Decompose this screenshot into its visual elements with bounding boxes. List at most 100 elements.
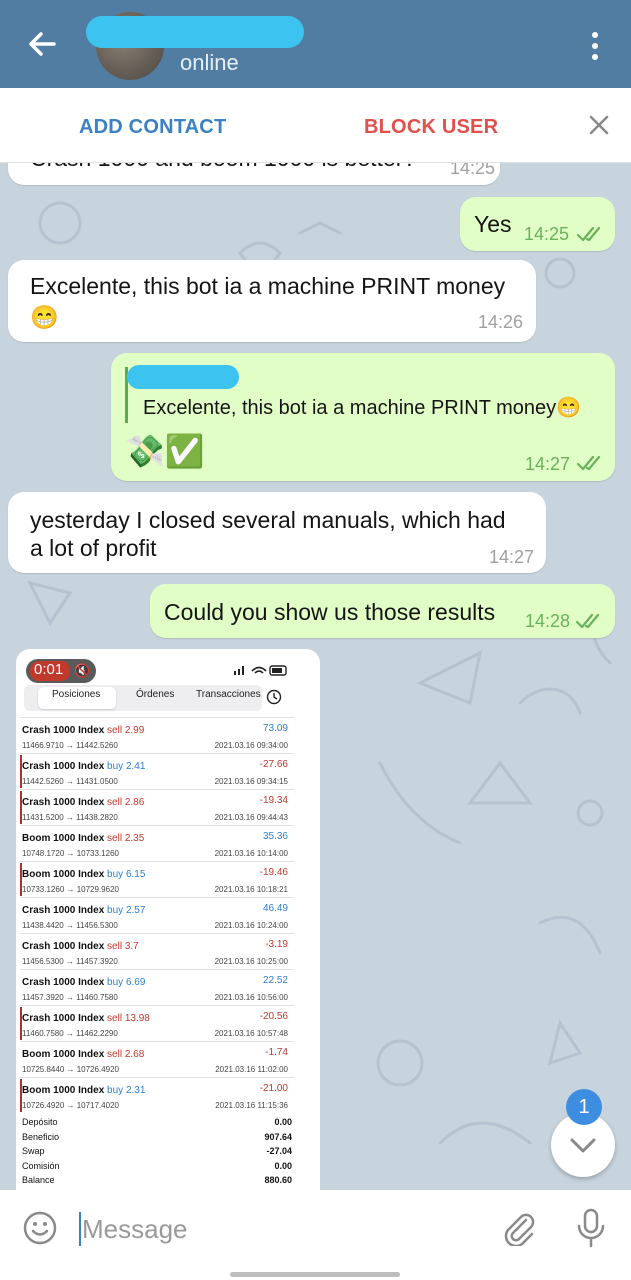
read-checks-icon <box>576 613 600 629</box>
row-separator <box>20 1077 294 1078</box>
contact-name-redacted[interactable] <box>86 16 304 48</box>
message-bubble-incoming[interactable]: Crash 1000 and boom 1000 is better? 14:2… <box>8 163 500 185</box>
trade-prices: 10733.1260 → 10729.9620 <box>22 885 119 894</box>
trade-date: 2021.03.16 11:02:00 <box>215 1065 288 1074</box>
trade-volume: 2.68 <box>124 1049 145 1060</box>
trade-profit: -27.66 <box>259 759 288 770</box>
trade-prices: 11438.4420 → 11456.5300 <box>22 921 118 930</box>
trade-row[interactable]: Boom 1000 Index sell 2.35 10748.1720 → 10… <box>16 825 296 861</box>
trade-volume: 2.57 <box>125 905 146 916</box>
message-time: 14:28 <box>525 611 571 631</box>
tab-posiciones[interactable]: Posiciones <box>52 689 100 700</box>
message-text: Yes <box>474 211 512 237</box>
message-bubble-incoming[interactable]: Excelente, this bot ia a machine PRINT m… <box>8 260 536 342</box>
trade-volume: 2.99 <box>124 725 145 736</box>
row-separator <box>20 969 294 970</box>
block-user-button[interactable]: BLOCK USER <box>364 116 498 139</box>
message-bubble-outgoing[interactable]: Yes 14:25 <box>460 197 615 251</box>
summary-value: -27.04 <box>266 1146 292 1156</box>
home-indicator[interactable] <box>230 1272 400 1277</box>
message-time: 14:25 <box>450 163 496 178</box>
trade-volume: 2.35 <box>124 833 145 844</box>
message-input[interactable]: Message <box>82 1214 188 1245</box>
trade-row[interactable]: Crash 1000 Index sell 2.86 11431.5200 → 1… <box>16 789 296 825</box>
phone-status-icons <box>234 665 287 676</box>
trade-prices: 11457.3920 → 11460.7580 <box>22 993 118 1002</box>
video-duration: 0:01 <box>34 661 64 678</box>
message-bubble-incoming[interactable]: yesterday I closed several manuals, whic… <box>8 492 546 573</box>
history-clock-icon[interactable] <box>266 689 282 705</box>
message-emojis: 💸✅ <box>125 433 205 469</box>
message-time: 14:27 <box>489 547 535 567</box>
row-separator <box>20 789 294 790</box>
trade-prices: 10725.8440 → 10726.4920 <box>22 1065 119 1074</box>
unread-count-badge: 1 <box>566 1089 602 1125</box>
row-separator <box>20 897 294 898</box>
read-checks-icon <box>577 455 601 471</box>
trade-row[interactable]: Crash 1000 Index sell 13.98 11460.7580 → … <box>16 1005 296 1041</box>
more-vert-icon[interactable] <box>584 30 606 62</box>
trade-volume: 2.41 <box>125 761 146 772</box>
tab-transacciones[interactable]: Transacciones <box>196 689 261 700</box>
trade-side: buy <box>107 977 124 988</box>
video-message[interactable]: 0:01 🔇 Posiciones Órdenes Transacciones … <box>16 649 320 1190</box>
trade-volume: 13.98 <box>124 1013 150 1024</box>
trade-side: sell <box>107 833 123 844</box>
message-list[interactable]: Crash 1000 and boom 1000 is better? 14:2… <box>0 163 631 1190</box>
trade-row[interactable]: Boom 1000 Index buy 2.31 10726.4920 → 107… <box>16 1077 296 1113</box>
symbol-name: Crash 1000 Index <box>22 797 105 808</box>
trade-tabs: Posiciones Órdenes Transacciones <box>24 685 262 711</box>
paperclip-icon[interactable] <box>502 1210 536 1246</box>
trade-row[interactable]: Boom 1000 Index sell 2.68 10725.8440 → 10… <box>16 1041 296 1077</box>
trade-symbol: Crash 1000 Index buy 2.41 <box>22 761 145 772</box>
trade-symbol: Crash 1000 Index sell 3.7 <box>22 941 139 952</box>
trade-row[interactable]: Crash 1000 Index buy 2.41 11442.5260 → 11… <box>16 753 296 789</box>
trade-side: buy <box>107 905 124 916</box>
row-separator <box>20 825 294 826</box>
trade-row[interactable]: Crash 1000 Index sell 2.99 11466.9710 → 1… <box>16 717 296 753</box>
arrow-left-icon[interactable] <box>24 26 60 62</box>
trade-symbol: Crash 1000 Index sell 2.86 <box>22 797 144 808</box>
message-bubble-outgoing[interactable]: Excelente, this bot ia a machine PRINT m… <box>111 353 615 481</box>
muted-speaker-icon[interactable]: 🔇 <box>74 663 90 679</box>
symbol-name: Crash 1000 Index <box>22 977 105 988</box>
summary-value: 907.64 <box>264 1131 292 1142</box>
tab-ordenes[interactable]: Órdenes <box>136 689 174 700</box>
emoji-icon[interactable] <box>22 1210 58 1246</box>
trade-prices: 11466.9710 → 11442.5260 <box>22 741 118 750</box>
trade-row[interactable]: Crash 1000 Index buy 2.57 11438.4420 → 11… <box>16 897 296 933</box>
trade-row[interactable]: Boom 1000 Index buy 6.15 10733.1260 → 107… <box>16 861 296 897</box>
microphone-icon[interactable] <box>576 1208 606 1248</box>
message-bubble-outgoing[interactable]: Could you show us those results 14:28 <box>150 584 615 638</box>
reply-sender-redacted <box>127 365 239 389</box>
trade-profit: 46.49 <box>262 903 288 914</box>
trade-row[interactable]: Crash 1000 Index buy 6.69 11457.3920 → 11… <box>16 969 296 1005</box>
symbol-name: Boom 1000 Index <box>22 833 105 844</box>
trade-symbol: Crash 1000 Index buy 6.69 <box>22 977 145 988</box>
contact-status: online <box>180 50 239 75</box>
row-separator <box>20 1041 294 1042</box>
row-separator <box>20 1005 294 1006</box>
trade-symbol: Crash 1000 Index sell 13.98 <box>22 1013 150 1024</box>
trade-date: 2021.03.16 09:34:15 <box>214 777 288 786</box>
trade-prices: 10726.4920 → 10717.4020 <box>22 1101 119 1110</box>
trade-prices: 11442.5260 → 11431.0500 <box>22 777 118 786</box>
message-composer: Message <box>0 1190 631 1270</box>
trade-date: 2021.03.16 09:34:00 <box>214 741 288 750</box>
summary-value: 0.00 <box>274 1117 292 1127</box>
trade-side: buy <box>107 1085 124 1096</box>
add-contact-button[interactable]: ADD CONTACT <box>79 116 226 139</box>
trade-row[interactable]: Crash 1000 Index sell 3.7 11456.5300 → 11… <box>16 933 296 969</box>
trade-prices: 11431.5200 → 11438.2820 <box>22 813 118 822</box>
row-separator <box>20 753 294 754</box>
trade-date: 2021.03.16 10:24:00 <box>214 921 288 930</box>
trade-side: sell <box>107 725 123 736</box>
trade-volume: 2.31 <box>125 1085 146 1096</box>
trade-symbol: Boom 1000 Index buy 2.31 <box>22 1085 145 1096</box>
summary-row: Comisión 0.00 <box>22 1161 292 1175</box>
trade-volume: 6.69 <box>125 977 146 988</box>
symbol-name: Boom 1000 Index <box>22 1085 105 1096</box>
close-icon[interactable] <box>588 114 610 136</box>
trade-symbol: Crash 1000 Index buy 2.57 <box>22 905 145 916</box>
trade-profit: -20.56 <box>259 1011 288 1022</box>
